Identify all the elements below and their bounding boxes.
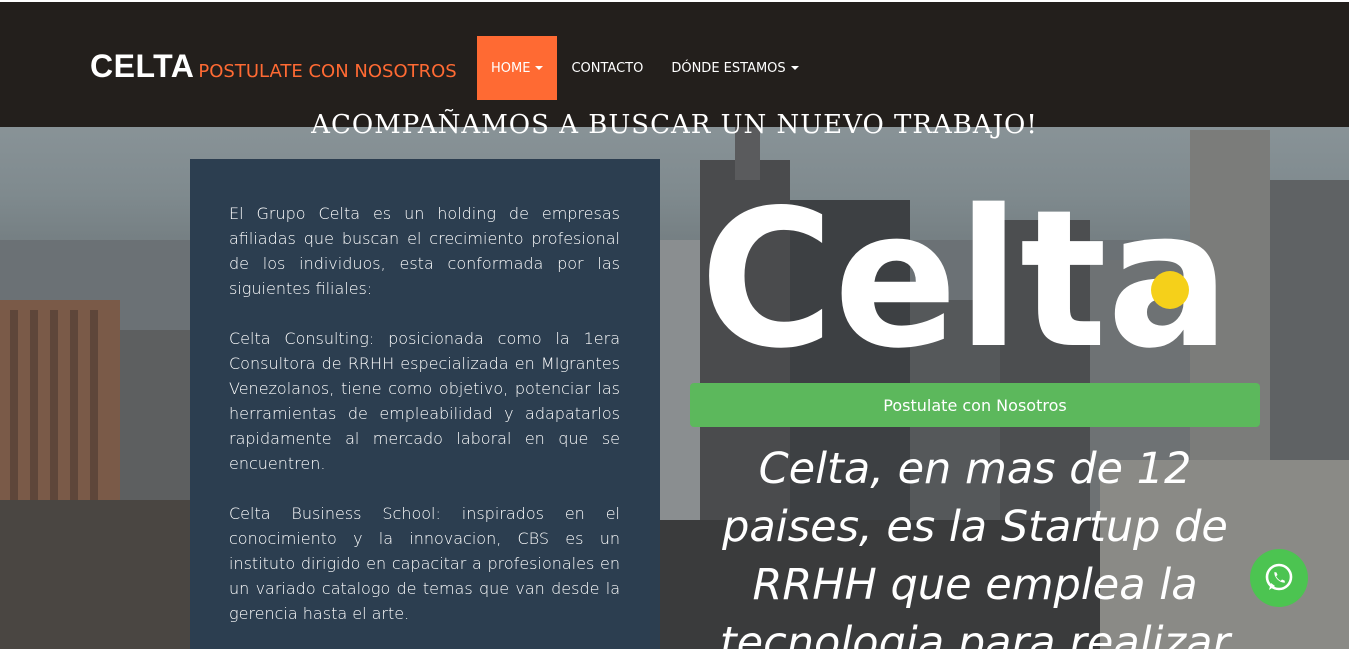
logo-dot xyxy=(1151,271,1189,309)
page: ACOMPAÑAMOS A BUSCAR UN NUEVO TRABAJO! C… xyxy=(0,0,1349,649)
navbar: CELTA POSTULATE CON NOSOTROS HOME CONTACT… xyxy=(0,0,1349,127)
logo-text: Celta xyxy=(700,180,1230,355)
nav-item-contacto[interactable]: CONTACTO xyxy=(557,36,657,100)
info-paragraph: Celta Business School: inspirados en el … xyxy=(229,504,620,623)
brand[interactable]: CELTA POSTULATE CON NOSOTROS xyxy=(90,48,457,85)
info-panel: El Grupo Celta es un holding de empresas… xyxy=(190,159,660,649)
postulate-button[interactable]: Postulate con Nosotros xyxy=(690,383,1260,427)
main-nav: HOME CONTACTO DÓNDE ESTAMOS xyxy=(477,36,813,100)
caret-down-icon xyxy=(535,66,544,70)
whatsapp-button[interactable] xyxy=(1250,549,1308,607)
info-paragraph: Celta Consulting: posicionada como la 1e… xyxy=(229,329,620,473)
nav-item-home[interactable]: HOME xyxy=(477,36,558,100)
nav-item-label: HOME xyxy=(491,60,531,76)
celta-logo: Celta xyxy=(700,180,1230,355)
brand-name[interactable]: CELTA xyxy=(90,48,194,84)
hero-slogan: Celta, en mas de 12 paises, es la Startu… xyxy=(719,444,1231,649)
nav-item-label: CONTACTO xyxy=(571,60,644,76)
caret-down-icon xyxy=(790,66,799,70)
info-paragraph: El Grupo Celta es un holding de empresas… xyxy=(229,204,620,298)
hero-tagline: ACOMPAÑAMOS A BUSCAR UN NUEVO TRABAJO! xyxy=(311,110,1038,140)
nav-item-label: DÓNDE ESTAMOS xyxy=(671,60,786,76)
nav-item-donde-estamos[interactable]: DÓNDE ESTAMOS xyxy=(657,36,812,100)
brand-subtitle[interactable]: POSTULATE CON NOSOTROS xyxy=(198,61,456,82)
whatsapp-icon xyxy=(1265,563,1293,591)
